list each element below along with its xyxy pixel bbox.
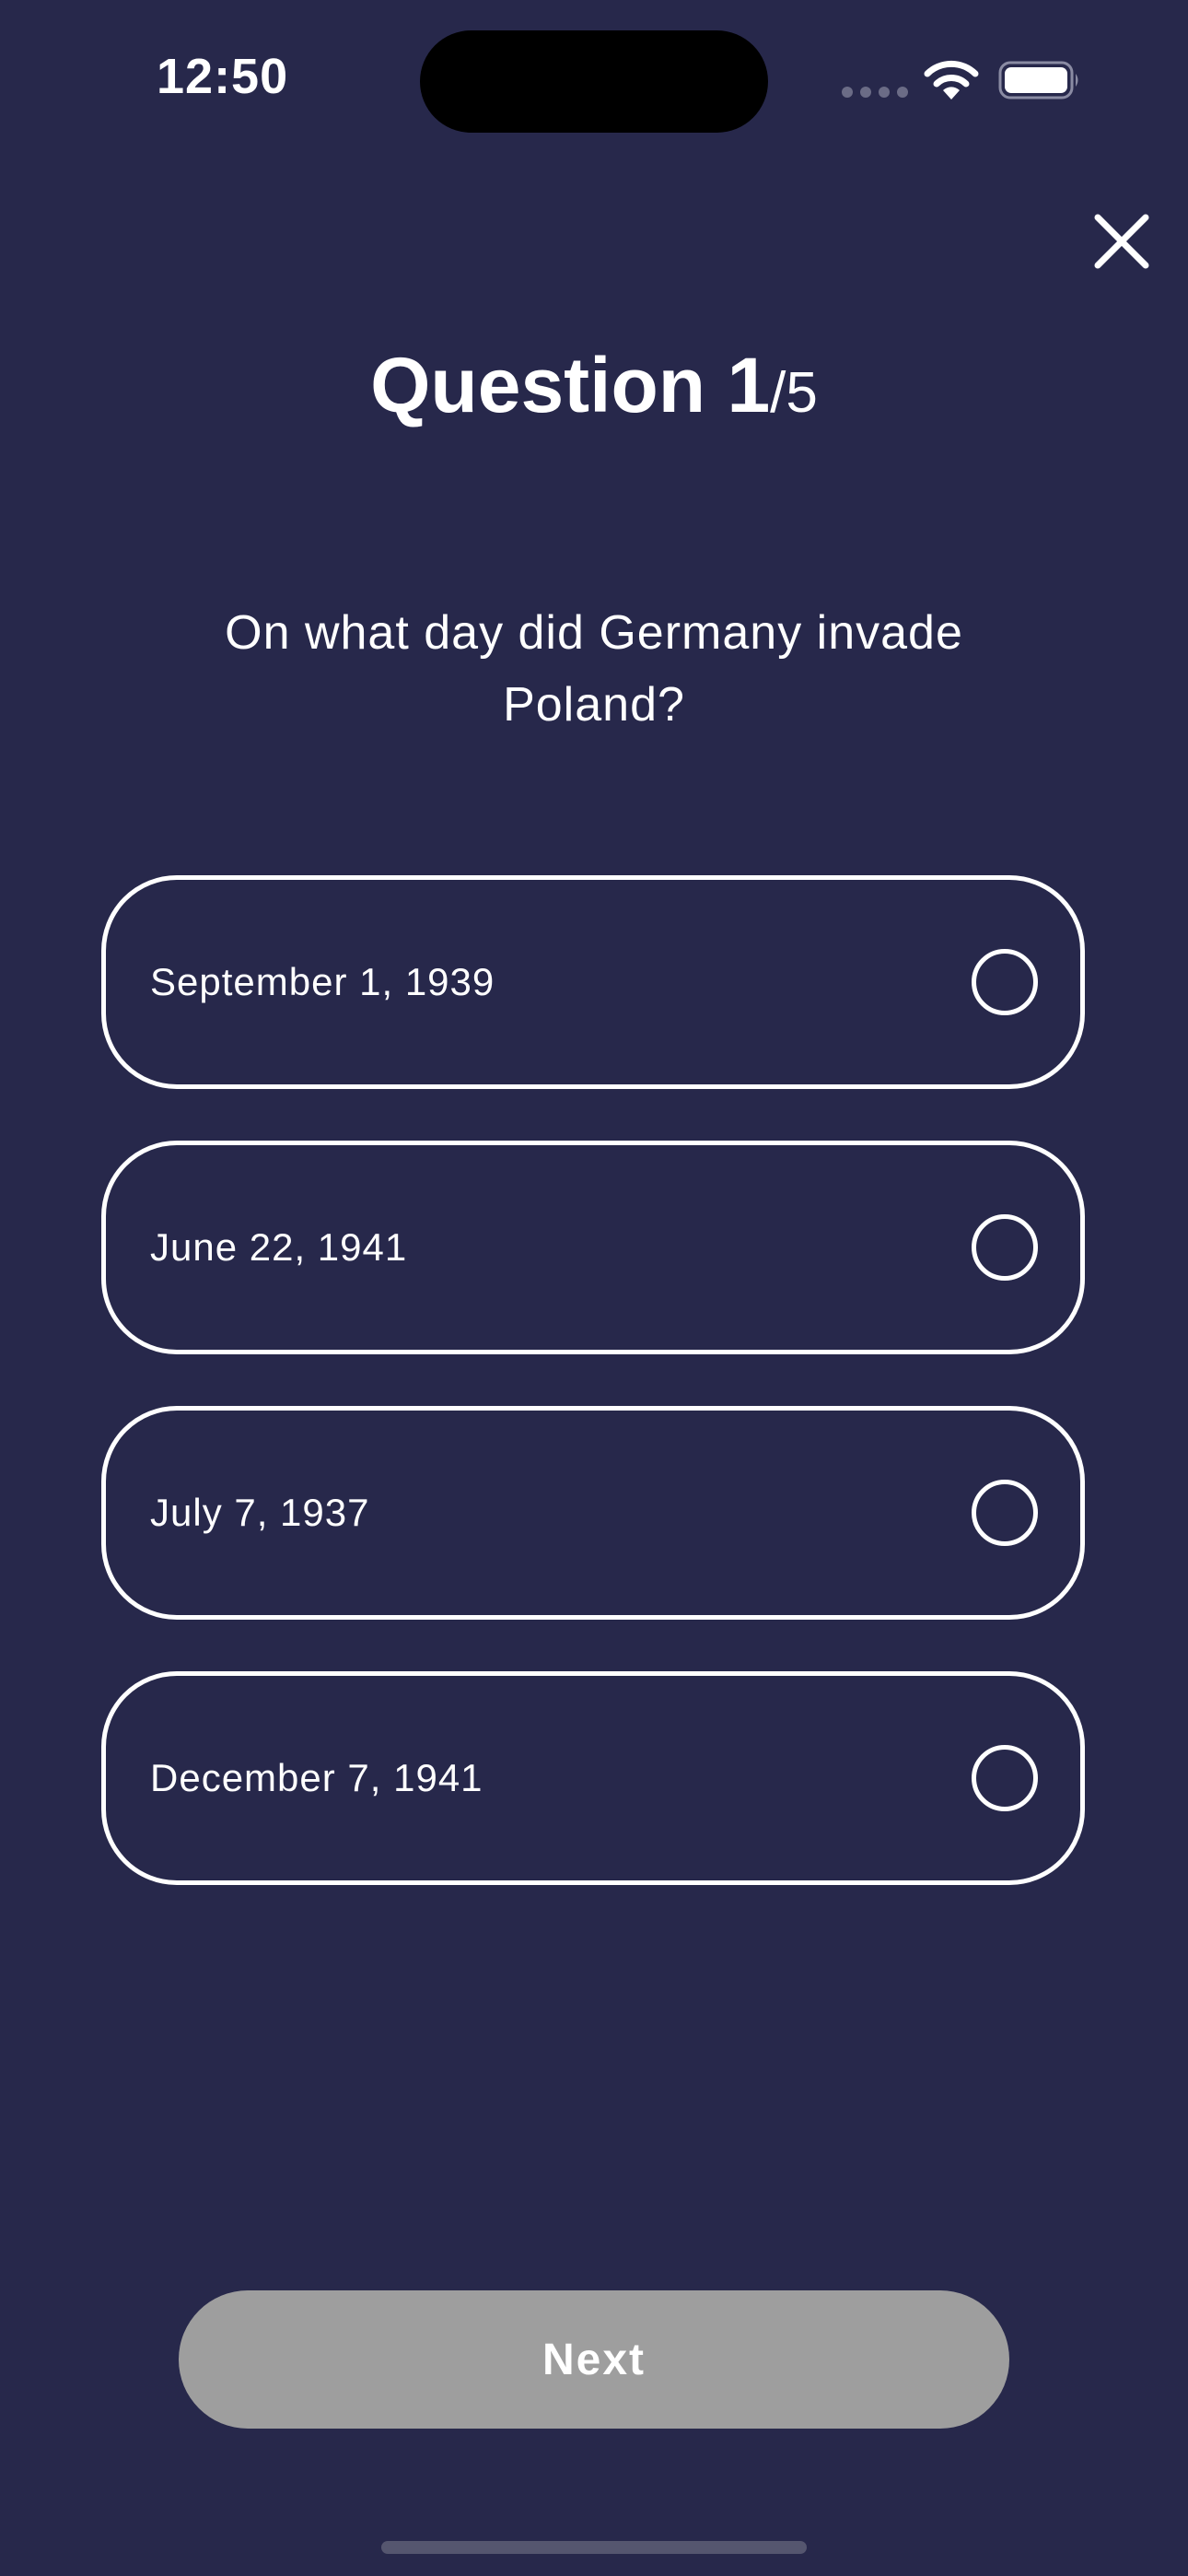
cellular-signal-icon <box>842 87 908 98</box>
question-total: /5 <box>770 361 818 425</box>
answer-option[interactable]: December 7, 1941 <box>101 1671 1085 1885</box>
wifi-icon <box>924 60 979 100</box>
close-icon[interactable] <box>1089 208 1155 275</box>
radio-icon[interactable] <box>972 1214 1038 1281</box>
answer-option-label: June 22, 1941 <box>150 1225 408 1269</box>
radio-icon[interactable] <box>972 1480 1038 1546</box>
status-time: 12:50 <box>157 49 289 104</box>
next-button[interactable]: Next <box>179 2290 1009 2429</box>
question-text: On what day did Germany invade Poland? <box>225 606 963 732</box>
answer-option[interactable]: September 1, 1939 <box>101 875 1085 1089</box>
quiz-screen: 12:50 Question 1/5 On what day did Germa… <box>0 0 1188 2576</box>
home-indicator[interactable] <box>381 2541 807 2554</box>
question-number: Question 1 <box>370 342 771 428</box>
answer-option[interactable]: June 22, 1941 <box>101 1141 1085 1354</box>
dynamic-island <box>420 30 768 133</box>
answer-option[interactable]: July 7, 1937 <box>101 1406 1085 1620</box>
page-title: Question 1/5 <box>0 341 1188 430</box>
answer-option-label: December 7, 1941 <box>150 1756 483 1799</box>
answer-option-label: July 7, 1937 <box>150 1491 370 1534</box>
answer-option-label: September 1, 1939 <box>150 960 495 1003</box>
radio-icon[interactable] <box>972 1745 1038 1811</box>
battery-icon <box>998 61 1078 100</box>
radio-icon[interactable] <box>972 949 1038 1015</box>
